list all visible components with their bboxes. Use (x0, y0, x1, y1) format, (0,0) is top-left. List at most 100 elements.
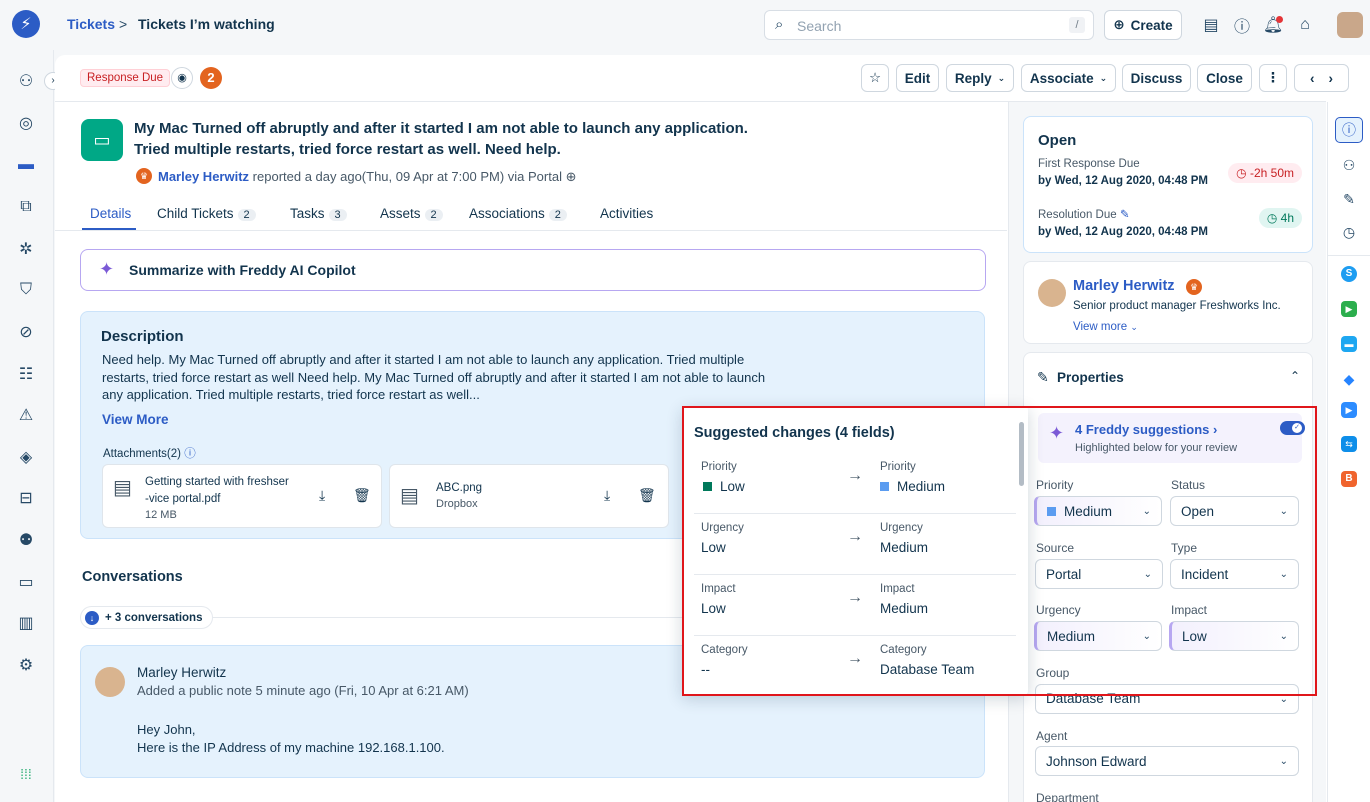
reply-button[interactable]: Reply ⌄ (946, 64, 1014, 92)
freddy-sparkle-icon: ✦ (1049, 423, 1065, 443)
kebab-icon: ⋮ (1266, 70, 1280, 85)
tab-assets[interactable]: Assets 2 (380, 206, 443, 221)
scrollbar-thumb[interactable] (1019, 422, 1024, 486)
more-conversations-button[interactable]: ↓ + 3 conversations (80, 606, 214, 629)
tab-activities[interactable]: Activities (600, 206, 653, 221)
watcher-count-badge[interactable]: 2 (200, 67, 222, 89)
requester-name[interactable]: Marley Herwitz (1073, 278, 1175, 294)
chevron-down-icon: ⌄ (1279, 568, 1288, 580)
source-select[interactable]: Portal ⌄ (1035, 559, 1163, 589)
alerts-warning-icon[interactable]: ⚠ (16, 405, 36, 425)
star-button[interactable]: ☆ (861, 64, 889, 92)
type-select[interactable]: Incident ⌄ (1170, 559, 1299, 589)
requester-view-more[interactable]: View more ⌄ (1073, 321, 1138, 333)
chevron-left-icon[interactable]: ‹ (1310, 71, 1315, 86)
priority-select[interactable]: Medium ⌄ (1034, 496, 1162, 526)
tabs-divider (55, 230, 1007, 231)
problems-bug-icon[interactable]: ✲ (16, 239, 36, 259)
chevron-right-icon[interactable]: › (1329, 71, 1334, 86)
tab-details[interactable]: Details (90, 206, 131, 221)
close-button[interactable]: Close (1197, 64, 1252, 92)
releases-icon[interactable]: ⊘ (16, 322, 36, 342)
edit-button[interactable]: Edit (896, 64, 939, 92)
settings-gear-icon[interactable]: ⚙ (16, 655, 36, 675)
users-icon[interactable]: ⚉ (16, 530, 36, 550)
check-icon: ✓ (1292, 423, 1302, 433)
attachment-card[interactable]: ▤ ABC.png Dropbox ⤓ 🗑︎ (389, 464, 669, 528)
reporter-link[interactable]: Marley Herwitz (158, 169, 249, 184)
suggestion-row-impact[interactable]: Impact Low → Impact Medium (694, 575, 1016, 636)
watch-eye-icon[interactable]: ◉ (171, 67, 193, 89)
notification-dot (1276, 16, 1283, 23)
changes-shield-icon[interactable]: ⛉ (16, 280, 36, 300)
priority-medium-swatch (880, 482, 889, 491)
agent-select[interactable]: Johnson Edward ⌄ (1035, 746, 1299, 776)
status-select[interactable]: Open ⌄ (1170, 496, 1299, 526)
teamviewer-app-icon[interactable]: ⇆ (1341, 436, 1357, 452)
marketplace-icon[interactable]: ⌂ (1295, 15, 1315, 35)
history-clock-icon[interactable]: ◷ (1339, 222, 1359, 242)
assets-icon[interactable]: ⊟ (16, 488, 36, 508)
view-more-link[interactable]: View More (102, 412, 169, 427)
crown-icon: ♛ (1186, 279, 1202, 295)
chevron-down-icon: ⌄ (1279, 630, 1288, 642)
ticket-pagination[interactable]: ‹ › (1294, 64, 1349, 92)
help-icon[interactable]: ⓘ (1232, 15, 1252, 36)
chevron-down-icon: ⌄ (997, 72, 1006, 83)
search-input[interactable]: ⌕ Search / (764, 10, 1094, 40)
group-select[interactable]: Database Team ⌄ (1035, 684, 1299, 714)
notes-pencil-icon[interactable]: ✎ (1339, 189, 1359, 209)
requester-avatar (1038, 279, 1066, 307)
chevron-up-icon[interactable]: ⌃ (1290, 369, 1300, 383)
skype-app-icon[interactable]: S (1341, 266, 1357, 282)
knowledge-book-icon[interactable]: ▭ (16, 572, 36, 592)
breadcrumb-root[interactable]: Tickets (67, 16, 115, 32)
download-icon[interactable]: ⤓ (319, 487, 325, 504)
requester-person-icon[interactable]: ⚇ (1339, 155, 1359, 175)
b-app-icon[interactable]: B (1341, 471, 1357, 487)
note-author: Marley Herwitz (137, 665, 227, 680)
info-panel-icon[interactable]: ⓘ (1335, 117, 1363, 143)
freddy-summarize-button[interactable]: ✦ Summarize with Freddy AI Copilot (80, 249, 986, 291)
contacts-icon[interactable]: ▤ (1201, 15, 1221, 35)
more-options-button[interactable]: ⋮ (1259, 64, 1287, 92)
suggestion-row-priority[interactable]: Priority Low → Priority Medium (694, 453, 1016, 514)
apps-grid-icon[interactable]: ⁞⁞⁞ (16, 764, 36, 784)
requester-card: Marley Herwitz ♛ Senior product manager … (1023, 261, 1313, 344)
delete-trash-icon[interactable]: 🗑︎ (638, 487, 656, 504)
ticket-icon: ▬ (18, 156, 34, 173)
overdue-timer-badge: ◷ -2h 50m (1228, 163, 1302, 183)
arrow-down-icon: ↓ (85, 610, 99, 625)
zoom-app-icon[interactable]: ▶ (1341, 402, 1357, 418)
layers-icon[interactable]: ◈ (16, 447, 36, 467)
attachment-card[interactable]: ▤ Getting started with freshser -vice por… (102, 464, 382, 528)
reports-chart-icon[interactable]: ▥ (16, 613, 36, 633)
impact-select[interactable]: Low ⌄ (1169, 621, 1299, 651)
tab-associations[interactable]: Associations 2 (469, 206, 567, 221)
associate-button[interactable]: Associate ⌄ (1021, 64, 1116, 92)
freshservice-logo-icon[interactable]: ⚡ (12, 10, 40, 38)
urgency-select[interactable]: Medium ⌄ (1034, 621, 1162, 651)
crown-icon: ♛ (136, 168, 152, 184)
user-avatar[interactable] (1337, 12, 1363, 38)
active-tab-indicator (82, 228, 136, 230)
suggestion-row-category[interactable]: Category -- → Category Database Team (694, 636, 1016, 697)
file-doc-icon: ▤ (113, 477, 132, 499)
freddy-suggestions-link[interactable]: 4 Freddy suggestions › (1075, 422, 1217, 437)
service-catalog-icon[interactable]: ⧉ (16, 197, 36, 217)
chat-app-icon[interactable]: ▬ (1341, 336, 1357, 352)
note-body: Hey John, Here is the IP Address of my m… (137, 722, 445, 755)
suggestion-row-urgency[interactable]: Urgency Low → Urgency Medium (694, 514, 1016, 575)
delete-trash-icon[interactable]: 🗑︎ (353, 487, 371, 504)
tab-child-tickets[interactable]: Child Tickets 2 (157, 206, 256, 221)
tasks-list-icon[interactable]: ☷ (16, 364, 36, 384)
dashboard-gauge-icon[interactable]: ◎ (16, 113, 36, 133)
ai-nodes-icon[interactable]: ⚇ (16, 71, 36, 91)
chevron-down-icon: ⌄ (1143, 568, 1152, 580)
jira-app-icon[interactable]: ◆ (1341, 371, 1357, 387)
discuss-button[interactable]: Discuss (1122, 64, 1191, 92)
meet-app-icon[interactable]: ▶ (1341, 301, 1357, 317)
download-icon[interactable]: ⤓ (604, 487, 610, 504)
create-button[interactable]: ⊕ Create (1104, 10, 1182, 40)
tab-tasks[interactable]: Tasks 3 (290, 206, 347, 221)
